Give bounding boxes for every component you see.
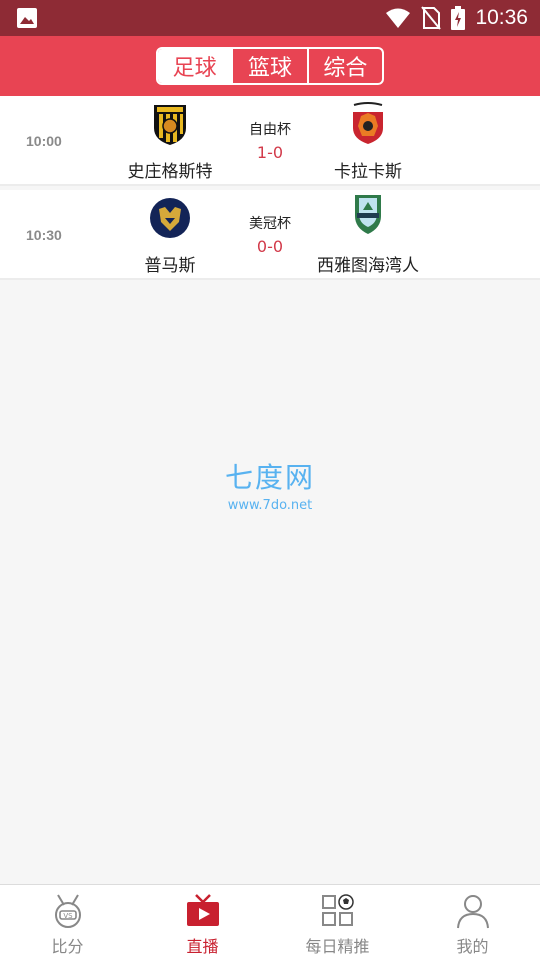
watermark: 七度网 www.7do.net xyxy=(210,456,330,513)
match-row[interactable]: 10:00 史庄格斯特 自由杯 1-0 卡拉卡斯 xyxy=(0,96,540,186)
sport-tabs: 足球 篮球 综合 xyxy=(156,47,384,85)
status-time: 10:36 xyxy=(475,6,528,29)
seattle-sounders-logo xyxy=(355,195,381,234)
no-sim-icon xyxy=(421,6,442,30)
gallery-icon xyxy=(17,8,37,28)
nav-item-daily-picks[interactable]: 每日精推 xyxy=(270,885,405,960)
bottom-nav: VS 比分 直播 每日精推 我的 xyxy=(0,884,540,960)
shield-black-yellow-logo xyxy=(154,105,186,145)
match-time: 10:00 xyxy=(26,133,62,149)
watermark-title: 七度网 xyxy=(224,461,315,494)
away-team-name: 西雅图海湾人 xyxy=(317,256,419,276)
tab-football[interactable]: 足球 xyxy=(158,49,232,83)
nav-item-profile[interactable]: 我的 xyxy=(405,885,540,960)
wifi-icon xyxy=(386,8,411,28)
svg-text:VS: VS xyxy=(63,912,73,920)
watermark-url: www.7do.net xyxy=(227,498,313,513)
vs-medal-icon: VS xyxy=(54,894,81,928)
nav-label: 每日精推 xyxy=(305,937,370,956)
tab-general[interactable]: 综合 xyxy=(306,49,382,83)
nav-item-score[interactable]: VS 比分 xyxy=(0,885,135,960)
tab-basketball[interactable]: 篮球 xyxy=(231,49,306,83)
pumas-logo xyxy=(150,198,190,238)
match-row[interactable]: 10:30 普马斯 美冠杯 0-0 西雅图海湾人 xyxy=(0,190,540,280)
nav-label: 我的 xyxy=(456,937,489,956)
cup-name: 美冠杯 xyxy=(249,216,291,232)
caracas-fc-logo xyxy=(353,102,383,144)
battery-charging-icon xyxy=(451,6,466,30)
nav-item-live[interactable]: 直播 xyxy=(135,885,270,960)
grid-ball-icon xyxy=(321,894,354,926)
tv-play-icon xyxy=(186,894,219,926)
away-team-name: 卡拉卡斯 xyxy=(334,162,402,182)
nav-label: 直播 xyxy=(186,937,219,956)
nav-label: 比分 xyxy=(51,937,84,956)
cup-name: 自由杯 xyxy=(249,122,291,138)
person-icon xyxy=(456,895,489,929)
header: 足球 篮球 综合 xyxy=(0,36,540,96)
status-bar: 10:36 xyxy=(0,0,540,36)
match-time: 10:30 xyxy=(26,227,62,243)
